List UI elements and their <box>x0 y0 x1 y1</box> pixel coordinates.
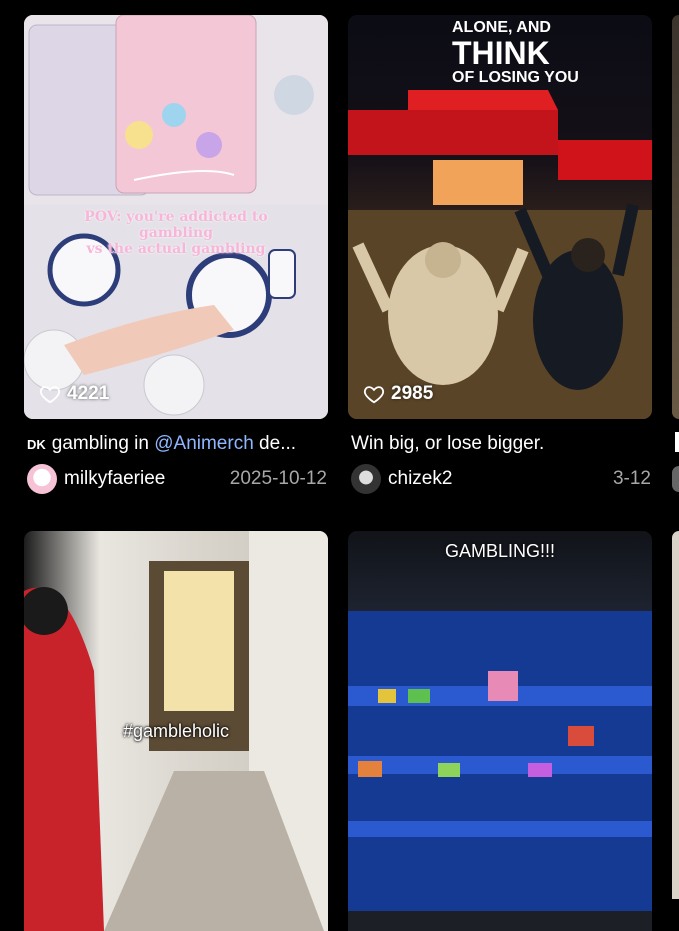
overlay-caption: GAMBLING!!! <box>348 541 652 562</box>
like-count: 2985 <box>363 383 433 405</box>
video-card-5-edge[interactable] <box>672 15 679 419</box>
like-count-value: 4221 <box>67 383 110 404</box>
video-caption[interactable]: DK gambling in @Animerch de... <box>27 433 327 455</box>
video-thumbnail[interactable]: #gambleholic <box>24 531 328 931</box>
caption-edge <box>675 432 679 452</box>
heart-icon <box>39 386 61 404</box>
author-row[interactable]: chizek2 3-12 <box>351 463 651 495</box>
mention-link[interactable]: @Animerch <box>154 433 254 454</box>
video-thumbnail[interactable]: POV: you're addicted to gambling vs the … <box>24 15 328 419</box>
avatar-edge <box>672 466 679 492</box>
post-date: 3-12 <box>612 468 651 489</box>
video-card-6-edge[interactable] <box>672 531 679 899</box>
like-count-value: 2985 <box>391 383 434 404</box>
overlay-caption: ALONE, AND THINK OF LOSING YOU <box>452 19 632 87</box>
avatar[interactable] <box>351 464 381 494</box>
video-card-2[interactable]: ALONE, AND THINK OF LOSING YOU 2985 Win … <box>348 15 652 494</box>
overlay-line: #gambleholic <box>122 721 230 741</box>
overlay-caption: #gambleholic <box>24 721 328 742</box>
video-thumbnail[interactable]: GAMBLING!!! <box>348 531 652 931</box>
caption-text: Win big, or lose bigger. <box>351 433 545 454</box>
heart-icon <box>363 386 385 404</box>
overlay-line: THINK <box>452 35 550 71</box>
overlay-caption: POV: you're addicted to gambling vs the … <box>54 209 298 257</box>
author-name[interactable]: milkyfaeriee <box>64 468 230 490</box>
caption-prefix: DK <box>27 437 46 452</box>
overlay-line: vs the actual gambling <box>86 241 266 257</box>
caption-text: gambling in <box>51 433 155 454</box>
video-caption[interactable]: Win big, or lose bigger. <box>351 433 651 455</box>
caption-text-rest: de... <box>253 433 297 454</box>
video-card-3[interactable]: #gambleholic <box>24 531 328 931</box>
post-date: 2025-10-12 <box>229 468 327 489</box>
author-row[interactable]: milkyfaeriee 2025-10-12 <box>27 463 327 495</box>
avatar[interactable] <box>27 464 57 494</box>
video-card-1[interactable]: POV: you're addicted to gambling vs the … <box>24 15 328 494</box>
overlay-line: GAMBLING!!! <box>444 541 556 561</box>
video-card-4[interactable]: GAMBLING!!! <box>348 531 652 931</box>
thumbnail-scene <box>348 611 652 931</box>
author-name[interactable]: chizek2 <box>388 468 613 490</box>
like-count: 4221 <box>39 383 109 405</box>
overlay-line: POV: you're addicted to gambling <box>84 209 268 241</box>
overlay-line: OF LOSING YOU <box>452 69 579 86</box>
video-thumbnail[interactable]: ALONE, AND THINK OF LOSING YOU 2985 <box>348 15 652 419</box>
